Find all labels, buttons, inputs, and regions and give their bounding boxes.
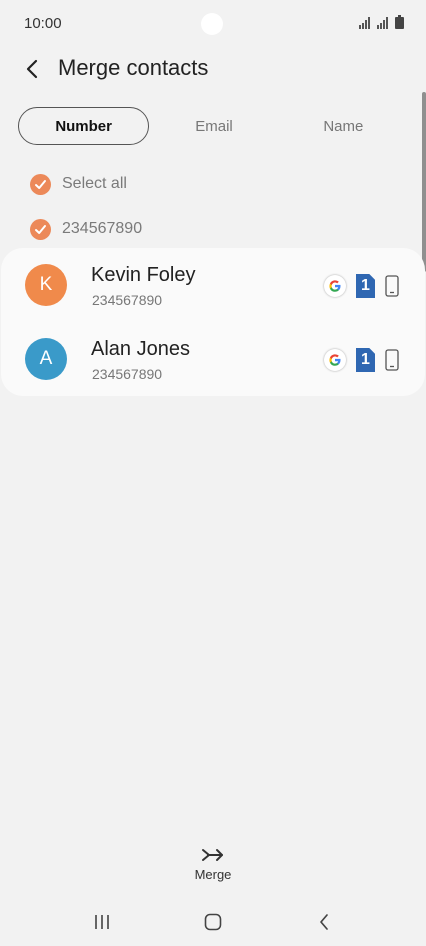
check-icon <box>35 179 46 189</box>
back-button[interactable] <box>18 54 48 84</box>
tab-number[interactable]: Number <box>18 107 150 145</box>
scroll-indicator[interactable] <box>422 92 426 272</box>
google-icon <box>324 349 346 371</box>
select-all-label: Select all <box>62 175 127 192</box>
contact-row[interactable]: A Alan Jones 234567890 1 <box>1 322 425 396</box>
contact-number: 234567890 <box>92 292 163 308</box>
signal-icon <box>359 17 370 29</box>
contact-row[interactable]: K Kevin Foley 234567890 1 <box>1 248 425 322</box>
home-icon <box>204 913 222 931</box>
camera-cutout <box>201 13 223 35</box>
avatar: K <box>25 264 67 306</box>
group-label: 234567890 <box>62 220 143 237</box>
merge-button[interactable]: Merge <box>183 845 243 893</box>
select-all-checkbox[interactable] <box>30 173 51 195</box>
contact-name: Kevin Foley <box>91 264 196 286</box>
tab-email[interactable]: Email <box>149 107 278 145</box>
account-icons: 1 <box>324 274 399 298</box>
contact-number: 234567890 <box>92 366 163 382</box>
status-bar: 10:00 <box>0 0 426 48</box>
select-all-row[interactable]: Select all <box>30 172 127 196</box>
group-checkbox[interactable] <box>30 218 51 240</box>
contacts-card: K Kevin Foley 234567890 1 A Alan Jones 2… <box>1 248 425 396</box>
navigation-bar <box>0 900 426 946</box>
home-button[interactable] <box>200 910 226 934</box>
merge-label: Merge <box>194 867 232 882</box>
check-icon <box>35 224 46 234</box>
signal-icon <box>377 17 388 29</box>
recent-apps-icon <box>95 915 109 929</box>
status-time: 10:00 <box>24 15 62 32</box>
phone-icon <box>385 349 399 371</box>
tab-name[interactable]: Name <box>279 107 408 145</box>
contact-name: Alan Jones <box>91 338 190 360</box>
status-icons <box>359 15 404 29</box>
account-icons: 1 <box>324 348 399 372</box>
app-bar: Merge contacts <box>0 48 426 88</box>
chevron-left-icon <box>26 59 38 79</box>
merge-icon <box>202 849 223 861</box>
phone-icon <box>385 275 399 297</box>
page-title: Merge contacts <box>58 55 209 80</box>
filter-tabs: Number Email Name <box>18 107 408 145</box>
group-row[interactable]: 234567890 <box>30 217 142 241</box>
sim-card-icon: 1 <box>356 274 375 298</box>
avatar: A <box>25 338 67 380</box>
nav-back-button[interactable] <box>311 910 337 934</box>
sim-card-icon: 1 <box>356 348 375 372</box>
recent-apps-button[interactable] <box>89 910 115 934</box>
battery-icon <box>395 15 404 29</box>
google-icon <box>324 275 346 297</box>
back-icon <box>320 914 328 930</box>
